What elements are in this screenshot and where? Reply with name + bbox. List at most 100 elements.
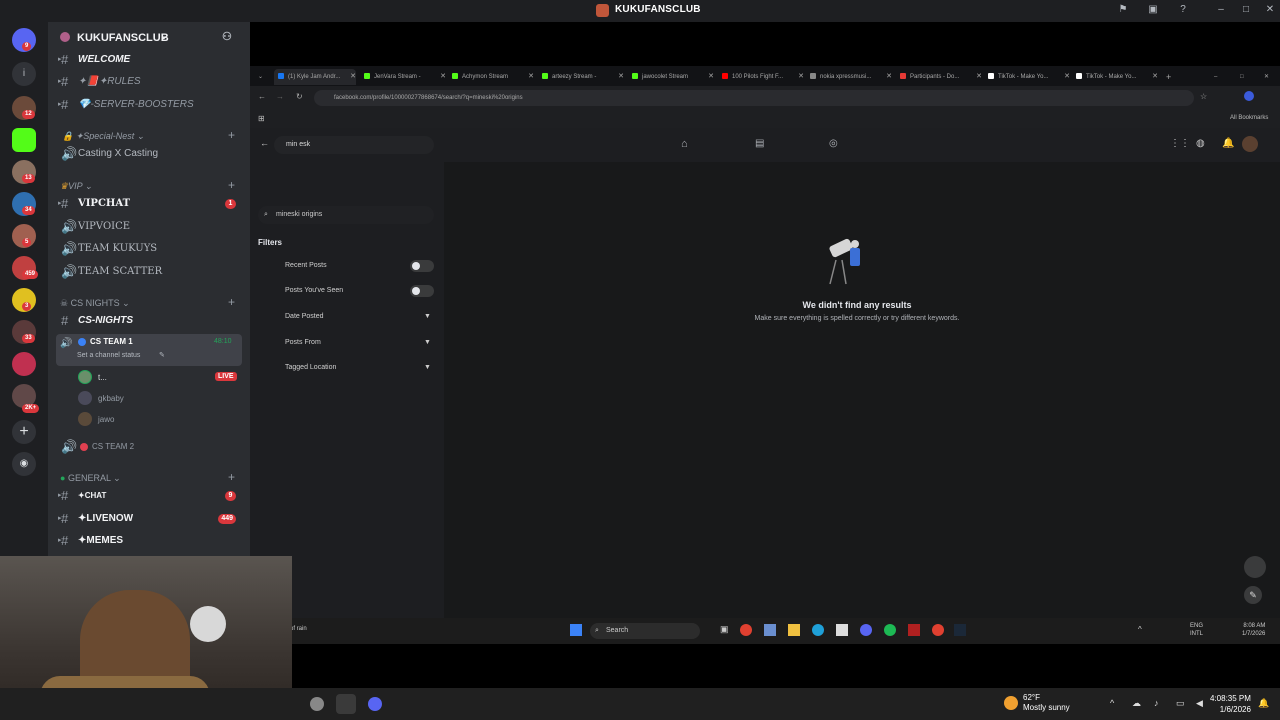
channel-team-scatter[interactable]: 🔊 TEAM SCATTER (58, 262, 248, 282)
add-server-icon[interactable]: + (12, 420, 36, 444)
chevron-down-icon[interactable]: ▼ (424, 339, 431, 346)
add-channel-icon[interactable]: + (228, 178, 235, 192)
server-icon[interactable] (12, 352, 36, 376)
maximize-icon[interactable]: □ (1240, 4, 1252, 16)
messenger-icon[interactable]: ◍ (1196, 138, 1205, 149)
discord-icon[interactable] (860, 624, 872, 636)
tab[interactable]: TikTok - Make Yo... ✕ (988, 69, 1070, 85)
inbox-icon[interactable]: ▣ (1147, 4, 1159, 16)
help-icon[interactable]: ? (1177, 4, 1189, 16)
channel-rules[interactable]: ▸ # ✦📕✦RULES (58, 72, 248, 92)
channel-chat[interactable]: ▸ # ✦CHAT 9 (58, 486, 248, 506)
system-clock[interactable]: 4:08:35 PM 1/6/2026 (1210, 693, 1251, 715)
tab[interactable]: Participants - Do... ✕ (900, 69, 982, 85)
compose-icon[interactable]: ✎ (1244, 586, 1262, 604)
chrome-icon[interactable] (740, 624, 752, 636)
tab[interactable]: Achymon Stream ✕ (452, 69, 534, 85)
menu-grid-icon[interactable]: ⋮⋮ (1170, 138, 1190, 149)
url-input[interactable]: facebook.com/profile/100000277868674/sea… (314, 90, 1194, 106)
mic-icon[interactable]: ♪ (1154, 698, 1159, 708)
channel-team-kukuys[interactable]: 🔊 TEAM KUKUYS (58, 239, 248, 259)
add-channel-icon[interactable]: + (228, 295, 235, 309)
home-icon[interactable]: ⌂ (681, 138, 688, 150)
category-special-nest[interactable]: 🔒 ✦Special-Nest ⌄ (62, 131, 144, 142)
maximize-icon[interactable]: □ (1240, 69, 1244, 85)
tab[interactable]: (1) Kyle Jam Andr... ✕ (274, 69, 356, 85)
voice-member[interactable]: gkbaby (78, 391, 238, 407)
edge-icon[interactable] (812, 624, 824, 636)
minimize-icon[interactable]: – (1214, 69, 1217, 85)
add-channel-icon[interactable]: + (228, 128, 235, 142)
recent-posts-toggle[interactable] (410, 260, 434, 272)
edit-icon[interactable]: ✎ (159, 351, 165, 359)
taskbar-search[interactable]: ⌕ Search (590, 623, 700, 639)
category-vip[interactable]: ♛VIP ⌄ (60, 181, 92, 192)
spotify-icon[interactable] (884, 624, 896, 636)
voice-member[interactable]: t... LIVE (78, 370, 238, 386)
tab[interactable]: nokia xpressmusi... ✕ (810, 69, 892, 85)
reload-icon[interactable]: ↻ (296, 92, 303, 101)
tab-close-icon[interactable]: ✕ (618, 69, 624, 85)
language-indicator[interactable]: ENG INTL (1190, 622, 1203, 638)
groups-icon[interactable]: ◎ (829, 138, 838, 149)
posts-seen-toggle[interactable] (410, 285, 434, 297)
category-general[interactable]: ● GENERAL ⌄ (60, 473, 121, 484)
store-icon[interactable] (836, 624, 848, 636)
new-tab-icon[interactable]: + (1166, 69, 1176, 85)
folder-icon[interactable] (788, 624, 800, 636)
chrome-icon[interactable] (932, 624, 944, 636)
close-icon[interactable]: ✕ (1264, 69, 1269, 85)
tray-chevron-icon[interactable]: ^ (1110, 698, 1114, 708)
filter-date-posted[interactable]: Date Posted (285, 313, 324, 320)
search-query-pill[interactable]: ⌕ mineski origins (258, 206, 434, 224)
tab-close-icon[interactable]: ✕ (350, 69, 356, 85)
tab-close-icon[interactable]: ✕ (976, 69, 982, 85)
notification-bell-icon[interactable]: 🔔 (1258, 698, 1269, 709)
channel-vipchat[interactable]: ▸ # VIPCHAT 1 (58, 194, 248, 214)
chevron-down-icon[interactable]: ▼ (424, 313, 431, 320)
channel-cs-nights[interactable]: # CS-NIGHTS (58, 311, 248, 331)
tab-close-icon[interactable]: ✕ (708, 69, 714, 85)
channel-memes[interactable]: ▸ # ✦MEMES (58, 531, 248, 551)
tab[interactable]: 100 Pilots Fight F... ✕ (722, 69, 804, 85)
discover-icon[interactable]: ◉ (12, 452, 36, 476)
kick-server-icon[interactable] (12, 128, 36, 152)
task-view-icon[interactable]: ▣ (720, 624, 729, 635)
flag-icon[interactable]: ⚑ (1117, 4, 1129, 16)
windows-start-icon[interactable] (570, 624, 582, 636)
channel-cs-team-2[interactable]: 🔊 CS TEAM 2 (58, 437, 248, 457)
app-icon[interactable] (310, 697, 324, 711)
channel-status[interactable]: Set a channel status (77, 352, 140, 359)
volume-icon[interactable]: ◀ (1196, 698, 1203, 709)
tab[interactable]: TikTok - Make Yo... ✕ (1076, 69, 1158, 85)
channel-casting[interactable]: 🔊 Casting X Casting (58, 144, 248, 164)
steam-icon[interactable] (954, 624, 966, 636)
notifications-icon[interactable]: 🔔 (1222, 138, 1234, 149)
close-icon[interactable]: ✕ (1264, 4, 1276, 16)
marketplace-icon[interactable]: ▤ (755, 138, 764, 149)
profile-avatar[interactable] (1244, 91, 1254, 101)
all-bookmarks[interactable]: All Bookmarks (1230, 115, 1268, 121)
filter-posts-from[interactable]: Posts From (285, 339, 321, 346)
category-cs-nights[interactable]: ☠ CS NIGHTS ⌄ (60, 298, 130, 309)
minimize-icon[interactable]: – (1215, 4, 1227, 16)
app-icon[interactable] (764, 624, 776, 636)
back-arrow-icon[interactable]: ← (260, 138, 269, 148)
tab[interactable]: JenVara Stream - ✕ (364, 69, 446, 85)
monitor-icon[interactable]: ▭ (1176, 698, 1185, 709)
discord-icon[interactable] (368, 697, 382, 711)
weather-widget[interactable]: 62°F Mostly sunny (1023, 693, 1070, 713)
tab[interactable]: jawocolet Stream ✕ (632, 69, 714, 85)
filter-tagged-location[interactable]: Tagged Location (285, 364, 336, 371)
info-icon[interactable]: i (12, 62, 36, 86)
back-icon[interactable]: ← (258, 92, 266, 101)
tab-search-icon[interactable]: ⌄ (258, 69, 268, 85)
tab[interactable]: arteezy Stream - ✕ (542, 69, 624, 85)
cloud-icon[interactable]: ☁ (1132, 698, 1141, 709)
app-icon[interactable] (908, 624, 920, 636)
voice-member[interactable]: jawo (78, 412, 238, 428)
channel-server-boosters[interactable]: ▸ # 💎-SERVER-BOOSTERS (58, 95, 248, 115)
star-icon[interactable]: ☆ (1200, 92, 1207, 101)
channel-cs-team-1[interactable]: 🔊 CS TEAM 1 48:10 Set a channel status ✎ (56, 334, 242, 366)
apps-icon[interactable]: ⊞ (258, 114, 265, 123)
